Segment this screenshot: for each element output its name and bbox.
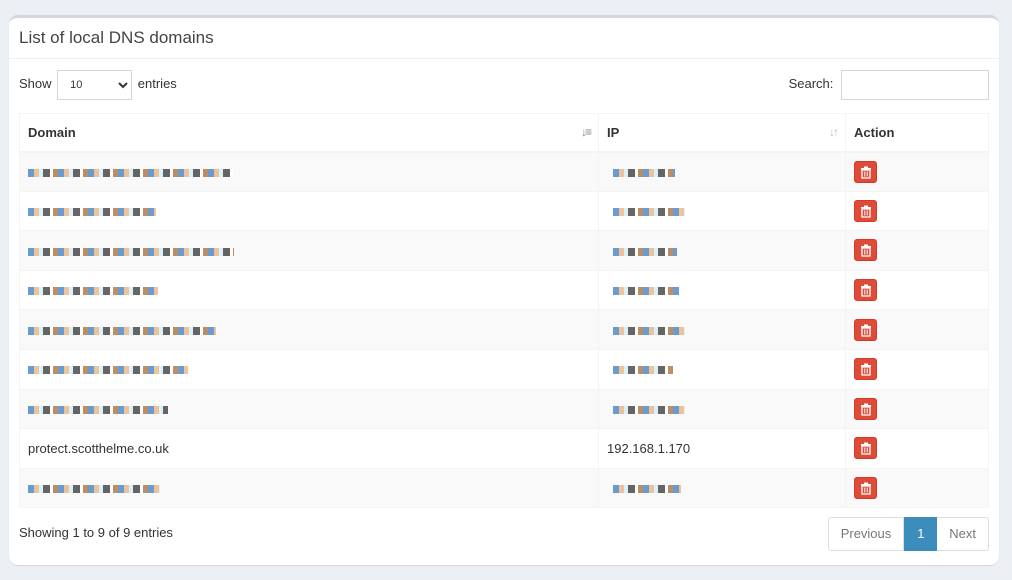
ip-cell: [redacted] bbox=[598, 467, 846, 509]
pagination: Previous 1 Next bbox=[827, 517, 989, 551]
ip-cell: [redacted] bbox=[598, 309, 846, 350]
domain-cell: [redacted] bbox=[19, 467, 599, 509]
domain-text: protect.scotthelme.co.uk bbox=[28, 440, 169, 456]
action-cell bbox=[845, 428, 989, 469]
ip-cell: [redacted] bbox=[598, 348, 846, 390]
column-header-ip[interactable]: IP ↓↑ bbox=[598, 113, 846, 153]
previous-page-button[interactable]: Previous bbox=[827, 517, 905, 551]
sort-ascending-icon[interactable]: ↓≡ bbox=[581, 125, 592, 139]
page-length-control: Show 10 entries bbox=[19, 69, 177, 100]
delete-button[interactable] bbox=[854, 239, 877, 262]
action-cell bbox=[845, 151, 989, 192]
ip-cell: [redacted] bbox=[598, 269, 846, 311]
table-row: protect.scotthelme.co.uk 192.168.1.170 bbox=[19, 428, 989, 469]
trash-icon bbox=[861, 363, 871, 376]
trash-icon bbox=[861, 166, 871, 179]
delete-button[interactable] bbox=[854, 397, 877, 420]
action-cell bbox=[845, 190, 989, 232]
next-page-button[interactable]: Next bbox=[937, 517, 989, 551]
ip-cell: 192.168.1.170 bbox=[598, 428, 846, 469]
redacted-domain: [redacted] bbox=[28, 168, 233, 177]
action-cell bbox=[845, 348, 989, 390]
ip-cell: [redacted] bbox=[598, 151, 846, 192]
domain-cell: [redacted] bbox=[19, 269, 599, 311]
trash-icon bbox=[861, 482, 871, 495]
table-row: [redacted] [redacted] bbox=[19, 467, 989, 509]
entries-label: entries bbox=[137, 76, 177, 91]
action-cell bbox=[845, 269, 989, 311]
delete-button[interactable] bbox=[854, 318, 877, 341]
domain-cell: protect.scotthelme.co.uk bbox=[19, 428, 599, 469]
trash-icon bbox=[861, 205, 871, 218]
ip-text: 192.168.1.170 bbox=[607, 440, 691, 456]
domain-cell: [redacted] bbox=[19, 230, 599, 271]
domain-cell: [redacted] bbox=[19, 190, 599, 232]
show-label: Show bbox=[19, 76, 52, 91]
table-controls: Show 10 entries Search: bbox=[19, 69, 989, 101]
delete-button[interactable] bbox=[854, 199, 877, 222]
redacted-domain: [redacted] bbox=[28, 405, 168, 414]
box-header: List of local DNS domains bbox=[9, 18, 999, 59]
domain-cell: [redacted] bbox=[19, 388, 599, 430]
delete-button[interactable] bbox=[854, 437, 877, 460]
column-header-action: Action bbox=[845, 113, 989, 153]
trash-icon bbox=[861, 244, 871, 258]
table-info: Showing 1 to 9 of 9 entries bbox=[19, 525, 173, 540]
trash-icon bbox=[861, 442, 871, 456]
page-1-button[interactable]: 1 bbox=[904, 517, 938, 551]
table-row: [redacted] [redacted] bbox=[19, 151, 989, 192]
dns-domains-table: Domain ↓≡ IP ↓↑ Action [redacted][redact… bbox=[19, 113, 989, 509]
trash-icon bbox=[861, 284, 871, 297]
ip-cell: [redacted] bbox=[598, 388, 846, 430]
search-input[interactable] bbox=[841, 69, 989, 100]
redacted-domain: [redacted] bbox=[28, 485, 160, 494]
redacted-ip: [redacted] bbox=[613, 207, 685, 216]
table-row: [redacted] [redacted] bbox=[19, 190, 989, 232]
redacted-domain: [redacted] bbox=[28, 287, 158, 296]
box-title: List of local DNS domains bbox=[19, 28, 214, 47]
column-header-domain[interactable]: Domain ↓≡ bbox=[19, 113, 599, 153]
delete-button[interactable] bbox=[854, 160, 877, 183]
redacted-ip: [redacted] bbox=[613, 326, 685, 335]
delete-button[interactable] bbox=[854, 358, 877, 381]
table-row: [redacted] [redacted] bbox=[19, 230, 989, 271]
search-control: Search: bbox=[789, 69, 989, 100]
action-cell bbox=[845, 467, 989, 509]
redacted-ip: [redacted] bbox=[613, 405, 685, 414]
sort-both-icon[interactable]: ↓↑ bbox=[829, 125, 839, 139]
delete-button[interactable] bbox=[854, 279, 877, 302]
domain-cell: [redacted] bbox=[19, 151, 599, 192]
table-header-row: Domain ↓≡ IP ↓↑ Action bbox=[19, 113, 989, 153]
ip-cell: [redacted] bbox=[598, 230, 846, 271]
redacted-ip: [redacted] bbox=[613, 168, 675, 177]
trash-icon bbox=[861, 403, 871, 416]
redacted-ip: [redacted] bbox=[613, 287, 679, 296]
action-cell bbox=[845, 230, 989, 271]
delete-button[interactable] bbox=[854, 477, 877, 500]
table-row: [redacted] [redacted] bbox=[19, 309, 989, 350]
table-row: [redacted] [redacted] bbox=[19, 269, 989, 311]
table-row: [redacted] [redacted] bbox=[19, 388, 989, 430]
page-length-select[interactable]: 10 bbox=[57, 69, 133, 100]
domain-cell: [redacted] bbox=[19, 348, 599, 390]
search-label: Search: bbox=[788, 76, 834, 91]
redacted-domain: [redacted] bbox=[28, 207, 156, 216]
dns-domains-box: List of local DNS domains Show 10 entrie… bbox=[9, 15, 999, 565]
ip-cell: [redacted] bbox=[598, 190, 846, 232]
redacted-domain: [redacted] bbox=[28, 326, 216, 335]
action-cell bbox=[845, 309, 989, 350]
table-row: [redacted] [redacted] bbox=[19, 348, 989, 390]
redacted-domain: [redacted] bbox=[28, 247, 234, 256]
action-cell bbox=[845, 388, 989, 430]
redacted-ip: [redacted] bbox=[613, 485, 681, 494]
redacted-ip: [redacted] bbox=[613, 247, 677, 256]
redacted-ip: [redacted] bbox=[613, 366, 673, 375]
domain-cell: [redacted] bbox=[19, 309, 599, 350]
redacted-domain: [redacted] bbox=[28, 366, 188, 375]
trash-icon bbox=[861, 324, 871, 337]
